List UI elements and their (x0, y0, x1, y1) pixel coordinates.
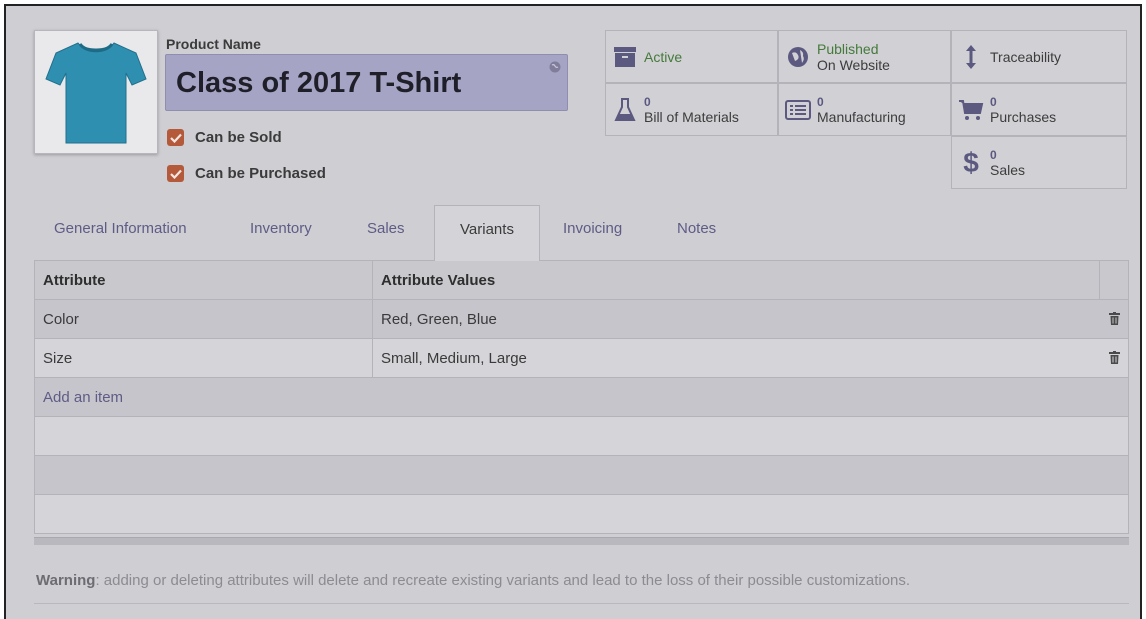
purchases-count: 0 (990, 94, 997, 109)
warning-text: : adding or deleting attributes will del… (95, 572, 911, 589)
tab-inventory[interactable]: Inventory (250, 220, 312, 237)
published-line1: Published (817, 40, 879, 57)
can-be-purchased-checkbox[interactable] (167, 165, 184, 182)
traceability-label: Traceability (990, 48, 1062, 65)
manufacturing-button[interactable]: 0 Manufacturing (778, 83, 951, 136)
row-attribute: Color (43, 311, 79, 328)
tab-variants[interactable]: Variants (434, 205, 540, 261)
active-button[interactable]: Active (605, 30, 778, 83)
product-name-field[interactable]: Class of 2017 T-Shirt (165, 54, 568, 111)
purchases-button[interactable]: 0 Purchases (951, 83, 1127, 136)
table-row[interactable]: Size Small, Medium, Large (35, 339, 1128, 378)
tshirt-image (45, 42, 147, 144)
published-button[interactable]: Published On Website (778, 30, 951, 83)
empty-row (35, 456, 1128, 495)
can-be-sold-checkbox[interactable] (167, 129, 184, 146)
can-be-purchased-row[interactable]: Can be Purchased (167, 165, 326, 182)
header-attribute-values[interactable]: Attribute Values (381, 272, 495, 289)
purchases-label: Purchases (990, 108, 1057, 125)
bom-button[interactable]: 0 Bill of Materials (605, 83, 778, 136)
row-attribute-values: Small, Medium, Large (381, 350, 527, 367)
sales-count: 0 (990, 147, 997, 162)
product-image[interactable] (34, 30, 158, 154)
checkmark-icon (169, 133, 182, 143)
dollar-icon: $ (963, 146, 979, 178)
trash-icon[interactable] (1109, 351, 1120, 364)
table-row[interactable]: Color Red, Green, Blue (35, 300, 1128, 339)
attribute-table: Attribute Attribute Values Color Red, Gr… (34, 261, 1129, 534)
can-be-sold-row[interactable]: Can be Sold (167, 129, 282, 146)
add-item-row[interactable]: Add an item (35, 378, 1128, 417)
sales-button[interactable]: $ 0 Sales (951, 136, 1127, 189)
manufacturing-label: Manufacturing (817, 108, 906, 125)
trash-icon[interactable] (1109, 312, 1120, 325)
divider (34, 603, 1129, 604)
table-footer (34, 537, 1129, 545)
tab-sales[interactable]: Sales (367, 220, 405, 237)
globe-icon[interactable] (549, 61, 561, 73)
product-name-value: Class of 2017 T-Shirt (176, 67, 462, 99)
product-name-label: Product Name (166, 36, 261, 52)
active-label: Active (644, 48, 683, 65)
add-item-link[interactable]: Add an item (43, 389, 123, 406)
sales-label: Sales (990, 161, 1026, 178)
cart-icon (959, 99, 984, 120)
tab-invoicing[interactable]: Invoicing (563, 220, 622, 237)
header-attribute[interactable]: Attribute (43, 272, 106, 289)
empty-row (35, 495, 1128, 534)
warning-label: Warning (36, 572, 96, 589)
traceability-button[interactable]: Traceability (951, 30, 1127, 83)
table-header: Attribute Attribute Values (35, 261, 1128, 300)
empty-row (35, 417, 1128, 456)
bom-label: Bill of Materials (644, 108, 739, 125)
product-form: Product Name Class of 2017 T-Shirt Can b… (4, 4, 1142, 619)
row-attribute-values: Red, Green, Blue (381, 311, 497, 328)
can-be-sold-label: Can be Sold (195, 129, 282, 146)
checkmark-icon (169, 169, 182, 179)
variants-warning: Warning: adding or deleting attributes w… (36, 572, 910, 589)
published-line2: On Website (817, 56, 890, 73)
archive-icon (614, 46, 636, 67)
list-icon (785, 99, 811, 120)
vertical-arrows-icon (966, 44, 976, 69)
bom-count: 0 (644, 94, 651, 109)
tab-general-information[interactable]: General Information (54, 220, 187, 237)
can-be-purchased-label: Can be Purchased (195, 165, 326, 182)
globe-icon (788, 46, 808, 67)
flask-icon (614, 97, 636, 121)
tab-notes[interactable]: Notes (677, 220, 716, 237)
manufacturing-count: 0 (817, 94, 824, 109)
row-attribute: Size (43, 350, 73, 367)
